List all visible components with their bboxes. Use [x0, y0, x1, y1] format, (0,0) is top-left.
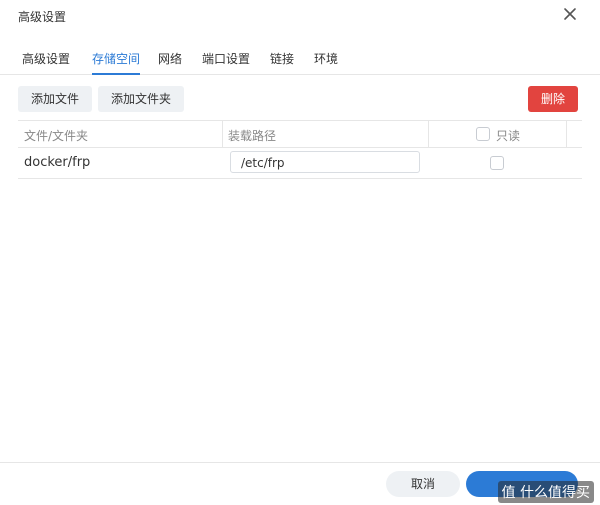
- tab-bar: 高级设置 存储空间 网络 端口设置 链接 环境: [0, 44, 600, 75]
- table-header: 文件/文件夹 装载路径 只读: [18, 121, 582, 148]
- watermark: 值 什么值得买: [497, 481, 594, 503]
- cancel-button[interactable]: 取消: [386, 471, 460, 497]
- header-file[interactable]: 文件/文件夹: [24, 127, 88, 144]
- mount-path-input[interactable]: /etc/frp: [230, 151, 420, 173]
- delete-button[interactable]: 删除: [528, 86, 578, 112]
- dialog-title: 高级设置: [18, 10, 67, 24]
- readonly-all-checkbox[interactable]: [476, 127, 490, 141]
- column-divider: [222, 121, 223, 147]
- tab-links[interactable]: 链接: [270, 50, 294, 72]
- row-readonly-checkbox[interactable]: [490, 156, 504, 170]
- add-file-button[interactable]: 添加文件: [18, 86, 92, 112]
- row-file-path: docker/frp: [24, 155, 91, 170]
- tab-network[interactable]: 网络: [158, 50, 182, 72]
- tab-storage[interactable]: 存储空间: [92, 50, 141, 75]
- table-row[interactable]: docker/frp /etc/frp: [18, 148, 582, 179]
- tab-advanced[interactable]: 高级设置: [22, 50, 70, 72]
- column-divider: [566, 121, 567, 147]
- close-icon[interactable]: [560, 4, 580, 24]
- add-folder-button[interactable]: 添加文件夹: [98, 86, 184, 112]
- tab-environment[interactable]: 环境: [314, 50, 338, 72]
- dialog-footer: 取消 值 什么值得买: [0, 462, 600, 505]
- header-mount-path[interactable]: 装载路径: [228, 127, 276, 144]
- tab-port-settings[interactable]: 端口设置: [202, 50, 250, 72]
- column-divider: [428, 121, 429, 147]
- header-readonly: 只读: [496, 129, 521, 143]
- volume-table: 文件/文件夹 装载路径 只读 docker/frp /etc/frp: [18, 120, 582, 179]
- titlebar: 高级设置: [0, 0, 600, 30]
